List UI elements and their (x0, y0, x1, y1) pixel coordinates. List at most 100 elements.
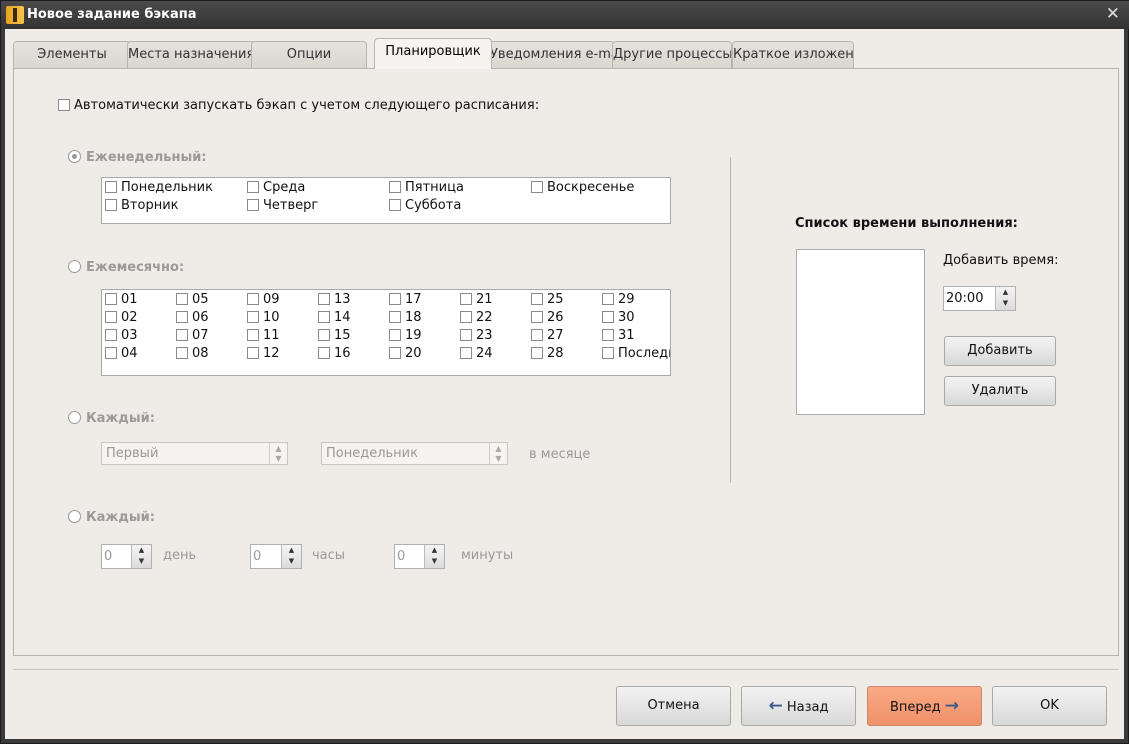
month-day-checkbox[interactable]: 26 (531, 310, 564, 325)
auto-run-checkbox[interactable]: Автоматически запускать бэкап с учетом с… (58, 98, 539, 113)
month-day-checkbox[interactable]: 24 (460, 346, 493, 361)
month-day-checkbox[interactable]: 20 (389, 346, 422, 361)
checkbox-box[interactable] (389, 329, 401, 341)
weekday-select[interactable]: Понедельник ▲ ▼ (321, 442, 508, 465)
ordinal-select[interactable]: Первый ▲ ▼ (101, 442, 288, 465)
checkbox-box[interactable] (602, 347, 614, 359)
back-button[interactable]: ← Назад (741, 686, 856, 726)
checkbox-box[interactable] (460, 293, 472, 305)
month-day-checkbox[interactable]: 05 (176, 292, 209, 307)
checkbox-box[interactable] (105, 329, 117, 341)
month-day-checkbox[interactable]: 23 (460, 328, 493, 343)
checkbox-box[interactable] (176, 347, 188, 359)
checkbox-box[interactable] (602, 329, 614, 341)
checkbox-box[interactable] (105, 293, 117, 305)
checkbox-box[interactable] (58, 99, 70, 111)
checkbox-box[interactable] (318, 347, 330, 359)
weekly-radio[interactable]: Еженедельный: (68, 150, 207, 165)
month-day-checkbox[interactable]: 14 (318, 310, 351, 325)
checkbox-box[interactable] (531, 347, 543, 359)
checkbox-box[interactable] (247, 199, 259, 211)
checkbox-box[interactable] (176, 329, 188, 341)
checkbox-box[interactable] (389, 293, 401, 305)
spin-arrows-icon[interactable]: ▲ ▼ (424, 545, 444, 568)
month-day-checkbox[interactable]: 10 (247, 310, 280, 325)
close-icon[interactable]: ✕ (1106, 4, 1120, 24)
tab-4[interactable]: Уведомления e-mail (489, 41, 615, 69)
month-day-checkbox[interactable]: 25 (531, 292, 564, 307)
checkbox-box[interactable] (460, 311, 472, 323)
weekday-checkbox[interactable]: Воскресенье (531, 180, 634, 195)
checkbox-box[interactable] (531, 311, 543, 323)
checkbox-box[interactable] (531, 293, 543, 305)
spin-arrows-icon[interactable]: ▲ ▼ (131, 545, 151, 568)
month-day-checkbox[interactable]: 11 (247, 328, 280, 343)
checkbox-box[interactable] (105, 311, 117, 323)
checkbox-box[interactable] (602, 311, 614, 323)
tab-6[interactable]: Краткое изложение (732, 41, 854, 69)
month-day-checkbox[interactable]: 16 (318, 346, 351, 361)
checkbox-box[interactable] (247, 347, 259, 359)
month-day-checkbox[interactable]: Последний (602, 346, 670, 361)
minutes-spinner[interactable]: 0 ▲ ▼ (394, 544, 445, 569)
checkbox-box[interactable] (460, 329, 472, 341)
month-day-checkbox[interactable]: 30 (602, 310, 635, 325)
month-day-checkbox[interactable]: 15 (318, 328, 351, 343)
month-day-checkbox[interactable]: 04 (105, 346, 138, 361)
checkbox-box[interactable] (318, 293, 330, 305)
month-day-checkbox[interactable]: 28 (531, 346, 564, 361)
month-day-checkbox[interactable]: 12 (247, 346, 280, 361)
monthly-radio[interactable]: Ежемесячно: (68, 260, 184, 275)
checkbox-box[interactable] (318, 329, 330, 341)
checkbox-box[interactable] (389, 181, 401, 193)
month-day-checkbox[interactable]: 21 (460, 292, 493, 307)
tab-3[interactable]: Планировщик (374, 38, 492, 69)
month-day-checkbox[interactable]: 31 (602, 328, 635, 343)
tab-5[interactable]: Другие процессы (612, 41, 732, 69)
checkbox-box[interactable] (602, 293, 614, 305)
weekday-checkbox[interactable]: Суббота (389, 198, 461, 213)
remove-time-button[interactable]: Удалить (944, 376, 1056, 406)
month-day-checkbox[interactable]: 18 (389, 310, 422, 325)
radio-button[interactable] (68, 411, 81, 424)
tab-2[interactable]: Опции (251, 41, 367, 69)
month-day-checkbox[interactable]: 29 (602, 292, 635, 307)
every-month-radio[interactable]: Каждый: (68, 411, 155, 426)
checkbox-box[interactable] (247, 311, 259, 323)
spin-arrows-icon[interactable]: ▲ ▼ (281, 545, 301, 568)
checkbox-box[interactable] (105, 199, 117, 211)
month-day-checkbox[interactable]: 22 (460, 310, 493, 325)
checkbox-box[interactable] (318, 311, 330, 323)
checkbox-box[interactable] (247, 329, 259, 341)
tab-1[interactable]: Места назначения (127, 41, 255, 69)
weekday-checkbox[interactable]: Четверг (247, 198, 318, 213)
month-day-checkbox[interactable]: 08 (176, 346, 209, 361)
times-listbox[interactable] (796, 249, 925, 415)
month-day-checkbox[interactable]: 07 (176, 328, 209, 343)
month-day-checkbox[interactable]: 03 (105, 328, 138, 343)
checkbox-box[interactable] (176, 293, 188, 305)
weekday-checkbox[interactable]: Пятница (389, 180, 464, 195)
checkbox-box[interactable] (531, 329, 543, 341)
tab-0[interactable]: Элементы (13, 41, 131, 69)
add-time-button[interactable]: Добавить (944, 336, 1056, 366)
month-day-checkbox[interactable]: 13 (318, 292, 351, 307)
month-day-checkbox[interactable]: 01 (105, 292, 138, 307)
checkbox-box[interactable] (247, 293, 259, 305)
month-day-checkbox[interactable]: 02 (105, 310, 138, 325)
cancel-button[interactable]: Отмена (616, 686, 731, 726)
checkbox-box[interactable] (389, 347, 401, 359)
radio-button[interactable] (68, 260, 81, 273)
checkbox-box[interactable] (389, 311, 401, 323)
days-spinner[interactable]: 0 ▲ ▼ (101, 544, 152, 569)
radio-button[interactable] (68, 510, 81, 523)
checkbox-box[interactable] (247, 181, 259, 193)
hours-spinner[interactable]: 0 ▲ ▼ (250, 544, 302, 569)
next-button[interactable]: Вперед → (867, 686, 982, 726)
checkbox-box[interactable] (176, 311, 188, 323)
checkbox-box[interactable] (105, 347, 117, 359)
month-day-checkbox[interactable]: 19 (389, 328, 422, 343)
month-day-checkbox[interactable]: 09 (247, 292, 280, 307)
ok-button[interactable]: OK (992, 686, 1107, 726)
radio-button[interactable] (68, 150, 81, 163)
